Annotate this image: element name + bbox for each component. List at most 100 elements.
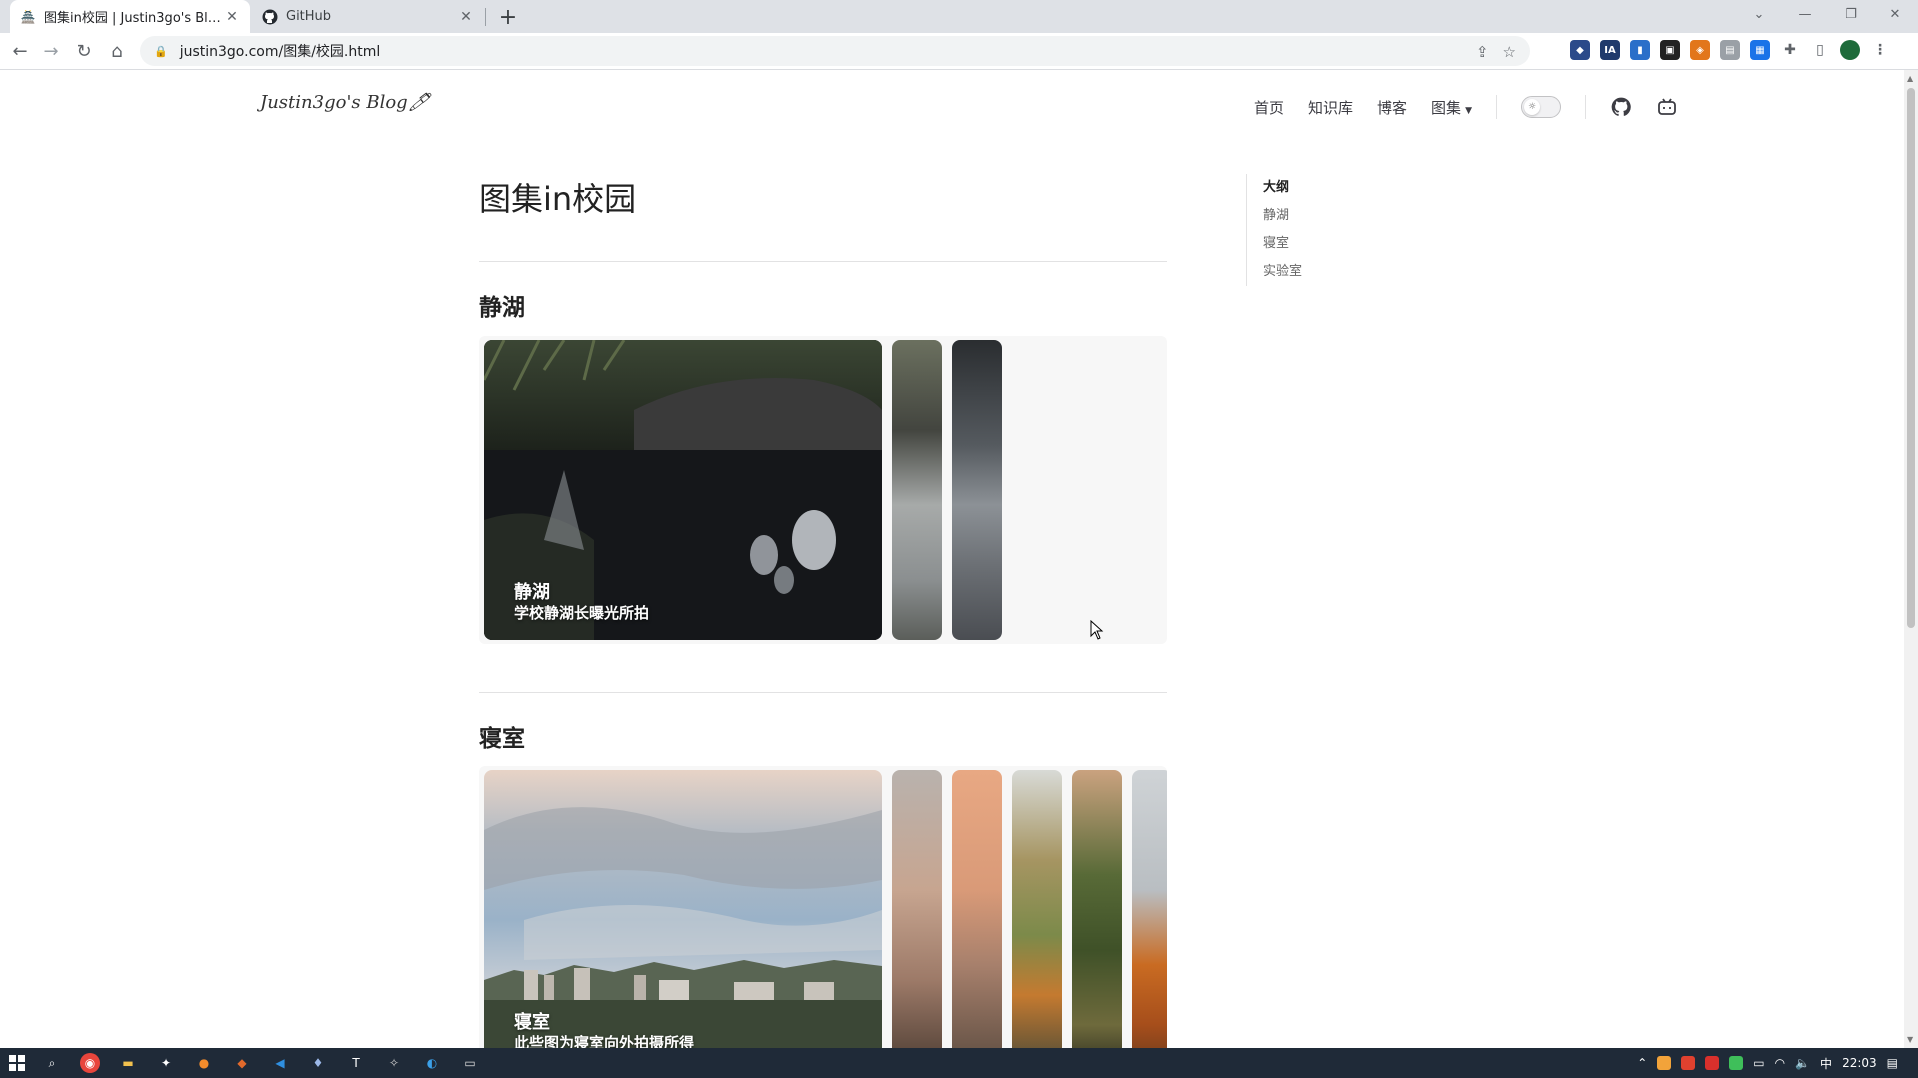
slide-caption-title: 寝室 [514, 1012, 550, 1033]
tab-title: 图集in校园 | Justin3go's Blog🖊 [44, 11, 224, 26]
firefox-icon[interactable]: ● [194, 1053, 214, 1073]
gallery-slide-main[interactable]: 寝室 此些图为寝室向外拍摄所得 [484, 770, 882, 1048]
extension-icon[interactable]: IA [1600, 40, 1620, 60]
slide-caption-subtitle: 学校静湖长曝光所拍 [514, 604, 650, 622]
page-content: Justin3go's Blog🖊 首页 知识库 博客 图集 ▼ ☼ 图集in校园… [0, 70, 1904, 1048]
metamask-icon[interactable]: ◈ [1690, 40, 1710, 60]
browser-tab-bar: 🏯 图集in校园 | Justin3go's Blog🖊 ✕ GitHub ✕ … [0, 0, 1918, 33]
gallery-slide[interactable] [892, 770, 942, 1048]
extension-icon[interactable]: ▮ [1630, 40, 1650, 60]
search-icon[interactable]: ⌕ [42, 1053, 62, 1073]
extension-icon[interactable]: ◆ [1570, 40, 1590, 60]
nav-knowledge-base[interactable]: 知识库 [1308, 97, 1353, 118]
site-logo[interactable]: Justin3go's Blog🖊 [260, 92, 431, 113]
profile-avatar[interactable] [1840, 40, 1860, 60]
nav-gallery[interactable]: 图集 ▼ [1431, 97, 1472, 118]
windows-start-icon[interactable] [7, 1053, 27, 1073]
restore-button[interactable]: ❐ [1828, 0, 1874, 28]
forward-button[interactable]: → [37, 37, 65, 65]
gallery-slide[interactable] [1012, 770, 1062, 1048]
browser-toolbar: ← → ↻ ⌂ 🔒 justin3go.com/图集/校园.html ⇪ ☆ ◆… [0, 33, 1918, 70]
tray-expand-icon[interactable]: ⌃ [1637, 1056, 1647, 1070]
scroll-up-icon[interactable]: ▲ [1907, 74, 1913, 83]
tray-app-icon[interactable] [1657, 1056, 1672, 1070]
gallery-slide[interactable] [952, 770, 1002, 1048]
vscode-icon[interactable]: ◀ [270, 1053, 290, 1073]
gallery-lake: 静湖 学校静湖长曝光所拍 [479, 336, 1167, 644]
gallery-slide[interactable] [1132, 770, 1167, 1048]
gallery-slide[interactable] [892, 340, 942, 640]
network-icon[interactable]: ◠ [1775, 1056, 1785, 1070]
outline-item-lake[interactable]: 静湖 [1263, 202, 1302, 230]
outline-panel: 大纲 静湖 寝室 实验室 [1246, 174, 1302, 286]
lock-icon: 🔒 [154, 44, 168, 58]
section-heading-lake: 静湖 [479, 295, 525, 321]
close-icon[interactable]: ✕ [458, 9, 474, 25]
page-scrollbar[interactable]: ▲ ▼ [1904, 70, 1918, 1048]
menu-icon[interactable]: ⋮ [1870, 40, 1890, 60]
side-panel-icon[interactable]: ▯ [1810, 40, 1830, 60]
battery-icon[interactable]: ▭ [1753, 1056, 1764, 1070]
reload-button[interactable]: ↻ [70, 37, 98, 65]
gallery-slide[interactable] [1072, 770, 1122, 1048]
bilibili-icon[interactable] [1656, 96, 1678, 118]
chrome-icon[interactable]: ◉ [80, 1053, 100, 1073]
file-explorer-icon[interactable]: ▬ [118, 1053, 138, 1073]
tray-app-icon[interactable] [1705, 1056, 1720, 1070]
tab-separator [485, 8, 486, 26]
scrollbar-thumb[interactable] [1907, 88, 1915, 628]
puzzle-icon[interactable]: ✚ [1780, 40, 1800, 60]
ime-indicator[interactable]: 中 [1820, 1055, 1832, 1072]
gallery-slide-main[interactable]: 静湖 学校静湖长曝光所拍 [484, 340, 882, 640]
edge-icon[interactable]: ◐ [422, 1053, 442, 1073]
app-icon[interactable]: ◆ [232, 1053, 252, 1073]
address-bar[interactable]: 🔒 justin3go.com/图集/校园.html ⇪ ☆ [140, 36, 1530, 66]
clock[interactable]: 22:03 [1842, 1056, 1877, 1070]
tab-title: GitHub [286, 9, 332, 24]
app-icon[interactable]: ♦ [308, 1053, 328, 1073]
home-icon[interactable]: ⌂ [103, 37, 131, 65]
share-icon[interactable]: ⇪ [1476, 43, 1489, 61]
window-close-button[interactable]: ✕ [1872, 0, 1918, 28]
typora-icon[interactable]: T [346, 1053, 366, 1073]
back-button[interactable]: ← [6, 37, 34, 65]
volume-icon[interactable]: 🔈 [1795, 1056, 1810, 1070]
theme-toggle[interactable]: ☼ [1520, 96, 1561, 118]
close-icon[interactable]: ✕ [224, 9, 240, 25]
slide-caption-subtitle: 此些图为寝室向外拍摄所得 [514, 1034, 695, 1048]
minimize-button[interactable]: — [1782, 0, 1828, 28]
nav-blog[interactable]: 博客 [1377, 97, 1407, 118]
nav-home[interactable]: 首页 [1254, 97, 1284, 118]
system-tray: ⌃ ▭ ◠ 🔈 中 22:03 ▤ [1637, 1048, 1898, 1078]
github-icon[interactable] [1610, 96, 1632, 118]
extension-icon[interactable]: ▦ [1750, 40, 1770, 60]
app-icon[interactable]: ✦ [156, 1053, 176, 1073]
divider [479, 261, 1167, 262]
dorm-photo [484, 807, 882, 1048]
notification-icon[interactable]: ▤ [1887, 1056, 1898, 1070]
extension-icon[interactable]: ▤ [1720, 40, 1740, 60]
gallery-dorm: 寝室 此些图为寝室向外拍摄所得 [479, 766, 1167, 1048]
slide-caption-title: 静湖 [514, 582, 550, 603]
mouse-cursor-icon [1090, 620, 1104, 640]
app-icon[interactable]: ✧ [384, 1053, 404, 1073]
scroll-down-icon[interactable]: ▼ [1907, 1035, 1913, 1044]
outline-item-dorm[interactable]: 寝室 [1263, 230, 1302, 258]
sun-icon: ☼ [1523, 99, 1540, 115]
wechat-icon[interactable] [1729, 1056, 1744, 1070]
tab-active[interactable]: 🏯 图集in校园 | Justin3go's Blog🖊 ✕ [10, 0, 250, 33]
new-tab-button[interactable]: + [494, 3, 522, 31]
chevron-down-icon: ▼ [1465, 105, 1472, 116]
extension-icon[interactable]: ▣ [1660, 40, 1680, 60]
page-title: 图集in校园 [479, 180, 637, 218]
tab-search-icon[interactable]: ⌄ [1736, 0, 1782, 28]
app-icon[interactable]: ▭ [460, 1053, 480, 1073]
outline-item-lab[interactable]: 实验室 [1263, 258, 1302, 286]
bookmark-star-icon[interactable]: ☆ [1503, 43, 1516, 61]
tray-app-icon[interactable] [1681, 1056, 1696, 1070]
tab-github[interactable]: GitHub ✕ [252, 0, 484, 33]
nav-gallery-label: 图集 [1431, 98, 1462, 117]
nav-divider [1495, 95, 1497, 119]
gallery-slide[interactable] [952, 340, 1002, 640]
section-heading-dorm: 寝室 [479, 726, 525, 752]
